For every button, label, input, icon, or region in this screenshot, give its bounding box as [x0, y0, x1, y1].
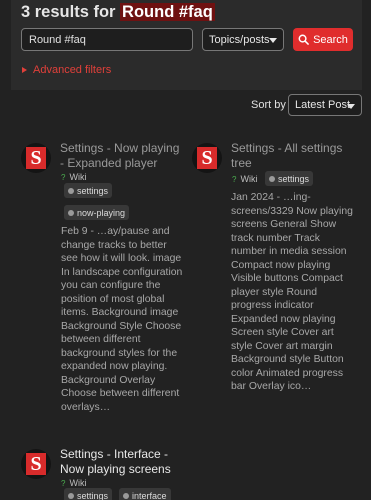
- category-label: Wiki: [69, 478, 87, 488]
- avatar[interactable]: S: [21, 143, 51, 173]
- result-category[interactable]: ? Wiki: [61, 478, 86, 488]
- result-title[interactable]: Settings - All settings tree: [231, 141, 357, 171]
- result-tag[interactable]: settings: [265, 171, 314, 186]
- results-count-text: 3 results for: [21, 3, 116, 21]
- question-icon: ?: [232, 174, 237, 184]
- result-tag[interactable]: settings: [64, 183, 113, 198]
- tag-dot-icon: [269, 175, 275, 182]
- advanced-filters-toggle[interactable]: Advanced filters: [22, 64, 111, 76]
- app-logo-icon: S: [26, 453, 46, 475]
- tag-dot-icon: [68, 209, 74, 216]
- search-term-highlight: Round #faq: [120, 3, 215, 21]
- tag-label: interface: [132, 490, 167, 500]
- results-heading: 3 results for Round #faq: [21, 3, 215, 22]
- result-category[interactable]: ? Wiki: [61, 172, 86, 182]
- app-logo-icon: S: [197, 147, 217, 169]
- sort-dropdown[interactable]: Latest Post: [288, 94, 362, 116]
- advanced-filters-label: Advanced filters: [33, 64, 112, 76]
- question-icon: ?: [61, 172, 66, 182]
- tag-label: settings: [77, 185, 109, 196]
- result-title[interactable]: Settings - Now playing - Expanded player: [60, 141, 186, 171]
- chevron-down-icon: [347, 104, 355, 109]
- question-icon: ?: [61, 478, 66, 488]
- search-type-dropdown[interactable]: Topics/posts: [202, 28, 284, 51]
- category-label: Wiki: [69, 172, 87, 182]
- tag-dot-icon: [68, 492, 74, 499]
- result-tag[interactable]: settings: [64, 488, 113, 500]
- avatar[interactable]: S: [192, 143, 222, 173]
- search-button-label: Search: [313, 33, 348, 46]
- tag-label: settings: [278, 173, 310, 184]
- search-button[interactable]: Search: [293, 28, 353, 51]
- result-excerpt: Jan 2024 - …ing-screens/3329 Now playing…: [231, 192, 353, 392]
- category-label: Wiki: [240, 174, 258, 184]
- tag-label: settings: [77, 490, 109, 500]
- search-panel: 3 results for Round #faq Topics/posts Se…: [11, 0, 362, 90]
- app-logo-icon: S: [26, 147, 46, 169]
- search-icon: [298, 34, 309, 45]
- tag-dot-icon: [68, 187, 74, 194]
- triangle-right-icon: [22, 67, 27, 73]
- sort-label: Sort by: [251, 99, 286, 111]
- result-excerpt: Feb 9 - …ay/pause and change tracks to b…: [61, 226, 183, 413]
- result-tag[interactable]: interface: [119, 488, 171, 500]
- sort-value: Latest Post: [295, 99, 351, 111]
- search-input[interactable]: [21, 28, 193, 51]
- result-category[interactable]: ? Wiki: [232, 174, 257, 184]
- search-type-value: Topics/posts: [209, 33, 270, 46]
- result-tag[interactable]: now-playing: [64, 205, 130, 220]
- result-title[interactable]: Settings - Interface - Now playing scree…: [60, 447, 192, 477]
- tag-dot-icon: [123, 492, 129, 499]
- chevron-down-icon: [269, 38, 277, 43]
- tag-label: now-playing: [77, 207, 126, 218]
- avatar[interactable]: S: [21, 449, 51, 479]
